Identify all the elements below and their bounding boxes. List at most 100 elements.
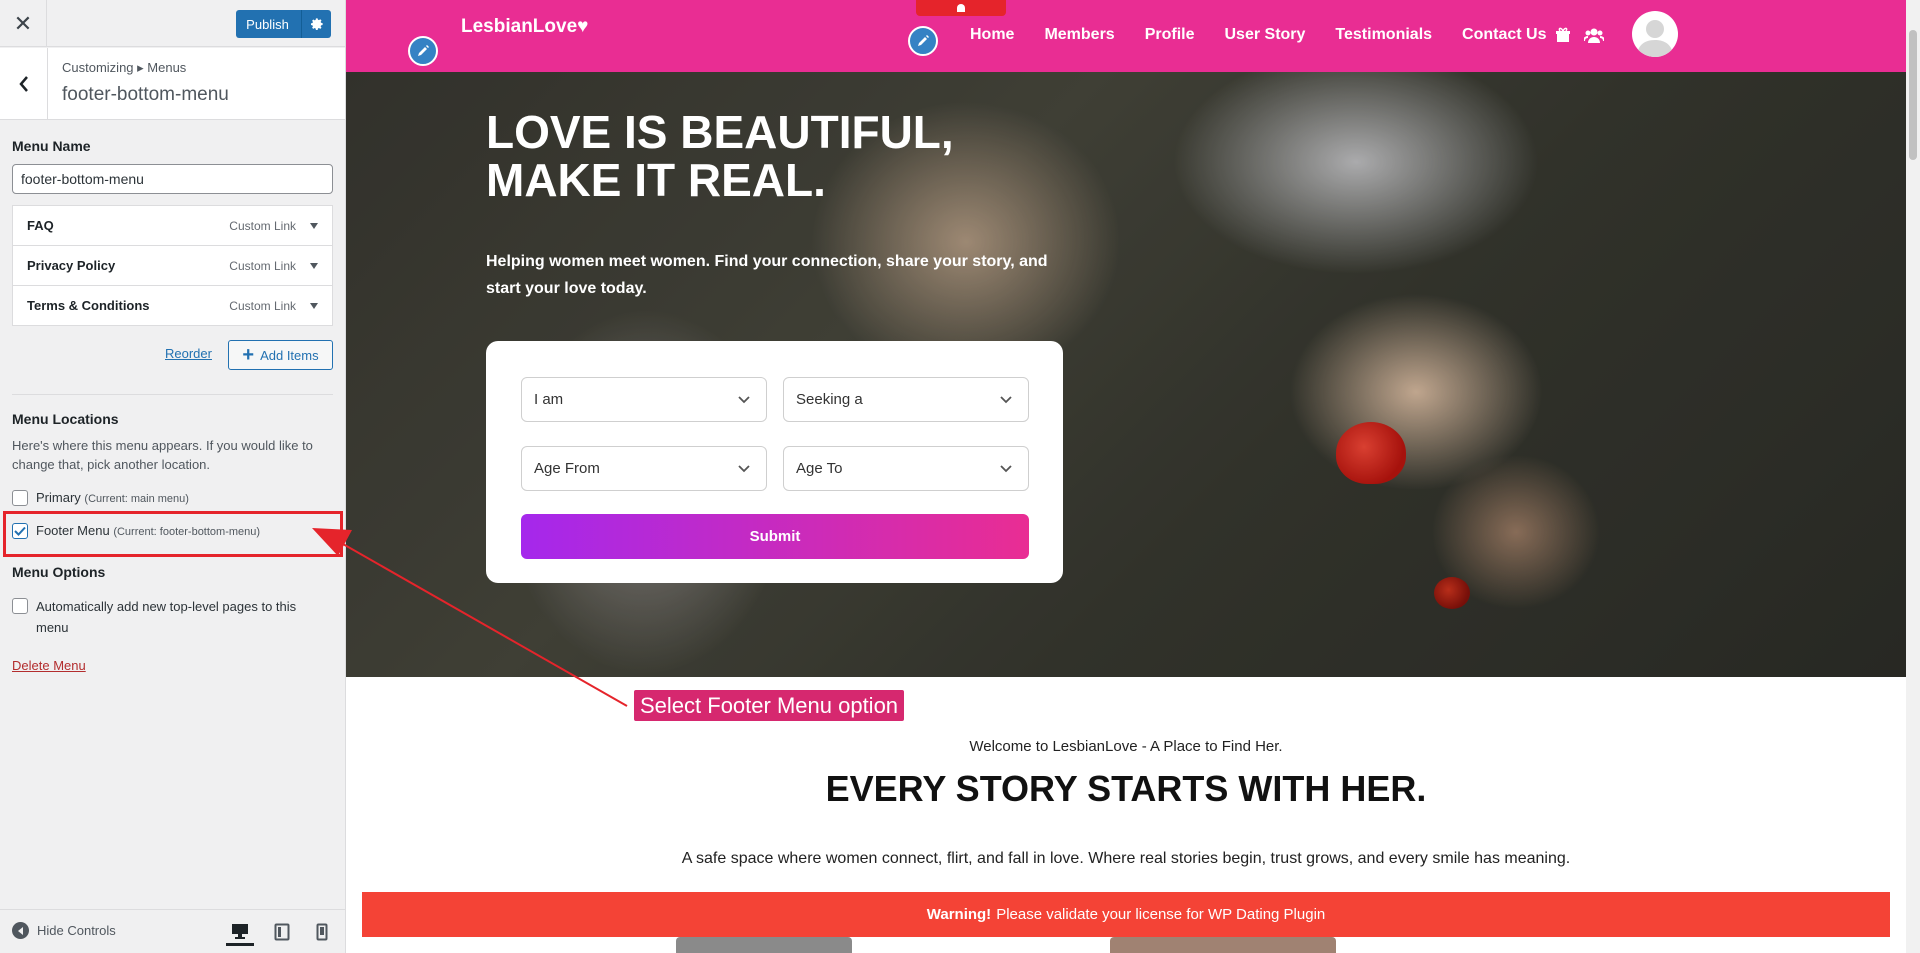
tablet-icon [274, 923, 290, 941]
collapse-icon [12, 922, 29, 939]
publish-button[interactable]: Publish [236, 10, 331, 38]
menu-item-type: Custom Link [229, 218, 296, 233]
welcome-text: Welcome to LesbianLove - A Place to Find… [969, 738, 1283, 755]
desktop-icon [232, 923, 248, 939]
avatar-icon [1637, 20, 1673, 57]
nav-members[interactable]: Members [1044, 26, 1114, 44]
i-am-value: I am [534, 391, 564, 408]
mobile-preview-button[interactable] [308, 918, 336, 946]
hero-title: LOVE IS BEAUTIFUL, MAKE IT REAL. [486, 106, 954, 206]
primary-checkbox[interactable] [12, 490, 28, 506]
close-customizer-button[interactable]: ✕ [0, 0, 47, 47]
edit-shortcut-nav[interactable] [908, 26, 938, 56]
site-logo[interactable]: LesbianLove♥ [461, 16, 588, 38]
location-primary[interactable]: Primary (Current: main menu) [12, 490, 189, 506]
annotation-label: Select Footer Menu option [633, 689, 906, 722]
member-thumbnail[interactable] [1110, 937, 1336, 953]
nav-home[interactable]: Home [970, 26, 1014, 44]
nav-icon-group [1556, 27, 1604, 43]
publish-settings-button[interactable] [301, 10, 331, 38]
expand-arrow-icon[interactable] [310, 262, 318, 269]
menu-item-faq[interactable]: FAQ Custom Link [12, 205, 333, 246]
expand-arrow-icon[interactable] [310, 222, 318, 229]
menu-item-title: FAQ [27, 218, 54, 233]
pencil-icon [918, 35, 929, 46]
chevron-left-icon [18, 76, 28, 92]
menu-locations-heading: Menu Locations [12, 411, 119, 427]
expand-arrow-icon[interactable] [310, 302, 318, 309]
notification-icon [957, 4, 965, 12]
menu-name-label: Menu Name [12, 138, 91, 154]
hero-subtitle: Helping women meet women. Find your conn… [486, 253, 1048, 297]
site-header: LesbianLove♥ Home Members Profile User S… [346, 0, 1906, 72]
menu-item-terms[interactable]: Terms & Conditions Custom Link [12, 285, 333, 326]
menu-options-heading: Menu Options [12, 564, 106, 580]
section-headline: EVERY STORY STARTS WITH HER. [825, 768, 1427, 809]
license-warning-banner: Warning! Please validate your license fo… [362, 892, 1890, 937]
back-button[interactable] [0, 48, 48, 120]
reorder-link[interactable]: Reorder [165, 346, 212, 361]
hide-controls-button[interactable]: Hide Controls [12, 922, 116, 939]
menu-items-list: FAQ Custom Link Privacy Policy Custom Li… [12, 205, 333, 326]
customizer-sidebar: ✕ Publish Customizing ▸ Menus footer-bot… [0, 0, 346, 953]
section-tagline: A safe space where women connect, flirt,… [681, 850, 1571, 867]
section-title-panel: Customizing ▸ Menus footer-bottom-menu [0, 48, 345, 120]
menu-item-privacy-policy[interactable]: Privacy Policy Custom Link [12, 245, 333, 286]
edit-shortcut-logo[interactable] [408, 36, 438, 66]
customizer-header: ✕ Publish [0, 0, 345, 47]
warning-text: Please validate your license for WP Dati… [996, 906, 1326, 923]
nav-user-story[interactable]: User Story [1225, 26, 1306, 44]
menu-item-type: Custom Link [229, 298, 296, 313]
hide-controls-label: Hide Controls [37, 923, 116, 938]
divider [12, 394, 333, 395]
nav-contact-us[interactable]: Contact Us [1462, 26, 1546, 44]
chevron-down-icon [738, 396, 750, 404]
mobile-icon [316, 923, 328, 941]
menu-name-input[interactable] [12, 164, 333, 194]
hero-section: LOVE IS BEAUTIFUL, MAKE IT REAL. Helping… [346, 72, 1906, 677]
submit-button[interactable]: Submit [521, 514, 1029, 559]
warning-strong: Warning! [926, 906, 992, 923]
chevron-down-icon [738, 465, 750, 473]
admin-indicator [916, 0, 1006, 16]
tablet-preview-button[interactable] [268, 918, 296, 946]
age-from-value: Age From [534, 460, 600, 477]
seeking-value: Seeking a [796, 391, 863, 408]
main-navigation: Home Members Profile User Story Testimon… [970, 26, 1547, 44]
menu-item-title: Privacy Policy [27, 258, 116, 273]
breadcrumb: Customizing ▸ Menus [62, 60, 187, 75]
menu-locations-description: Here's where this menu appears. If you w… [12, 438, 313, 472]
chevron-down-icon [1000, 396, 1012, 404]
close-icon: ✕ [13, 10, 33, 36]
add-items-button[interactable]: + Add Items [228, 340, 333, 370]
nav-profile[interactable]: Profile [1145, 26, 1195, 44]
publish-label: Publish [246, 16, 289, 32]
plus-icon: + [242, 344, 255, 366]
users-icon[interactable] [1584, 27, 1604, 43]
delete-menu-link[interactable]: Delete Menu [12, 658, 86, 673]
user-avatar[interactable] [1632, 11, 1678, 57]
chevron-down-icon [1000, 465, 1012, 473]
add-items-label: Add Items [260, 347, 319, 363]
age-to-select[interactable]: Age To [783, 446, 1029, 491]
gift-icon[interactable] [1556, 27, 1570, 43]
site-preview: LesbianLove♥ Home Members Profile User S… [346, 0, 1920, 953]
highlight-box [3, 511, 343, 557]
desktop-preview-button[interactable] [226, 918, 254, 946]
gear-icon [310, 18, 323, 31]
menu-item-title: Terms & Conditions [27, 298, 150, 313]
member-thumbnail[interactable] [676, 937, 852, 953]
location-label: Primary (Current: main menu) [36, 490, 189, 505]
seeking-select[interactable]: Seeking a [783, 377, 1029, 422]
i-am-select[interactable]: I am [521, 377, 767, 422]
auto-add-pages-option[interactable]: Automatically add new top-level pages to… [12, 596, 322, 638]
preview-scrollbar[interactable] [1906, 0, 1920, 953]
age-from-select[interactable]: Age From [521, 446, 767, 491]
auto-add-checkbox[interactable] [12, 598, 28, 614]
menu-item-type: Custom Link [229, 258, 296, 273]
nav-testimonials[interactable]: Testimonials [1335, 26, 1432, 44]
auto-add-label: Automatically add new top-level pages to… [36, 599, 297, 635]
section-name: footer-bottom-menu [62, 84, 229, 105]
pencil-icon [418, 45, 429, 56]
scrollbar-thumb[interactable] [1909, 30, 1917, 160]
